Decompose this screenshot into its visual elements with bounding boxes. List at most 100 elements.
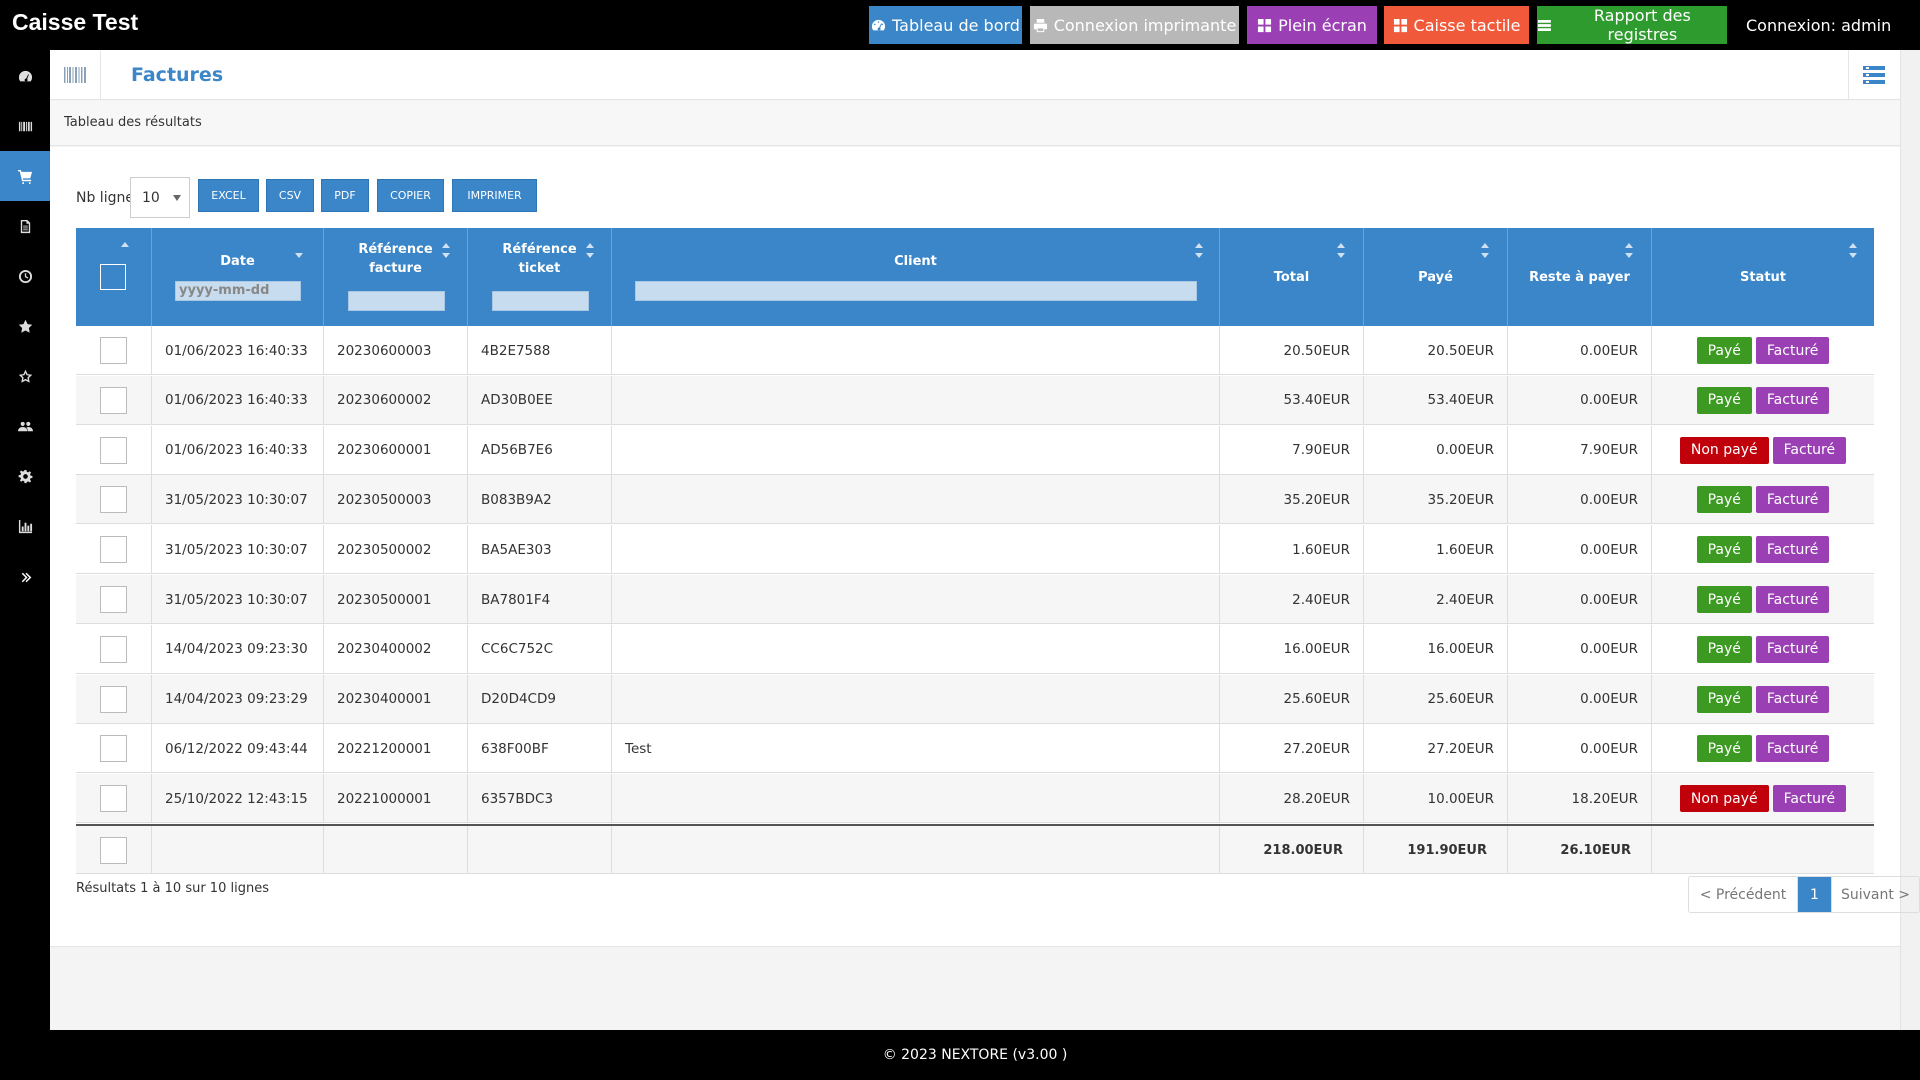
export-excel-button[interactable]: EXCEL [198, 179, 259, 212]
sort-up-icon[interactable] [120, 240, 130, 258]
column-ref-ticket[interactable]: Référence ticket [468, 228, 612, 326]
ref-facture-filter-input[interactable] [348, 291, 445, 311]
sidebar-item-documents[interactable] [0, 201, 50, 251]
table-row[interactable]: 01/06/2023 16:40:33 20230600001 AD56B7E6 7.… [76, 425, 1874, 475]
status-cell: Payé Facturé [1652, 724, 1874, 773]
table-row[interactable]: 01/06/2023 16:40:33 20230600002 AD30B0EE 53… [76, 375, 1874, 425]
invoiced-status-badge[interactable]: Facturé [1755, 586, 1830, 613]
sort-desc-icon[interactable] [294, 246, 304, 264]
table-row[interactable]: 31/05/2023 10:30:07 20230500003 B083B9A2 35… [76, 475, 1874, 525]
table-row[interactable]: 31/05/2023 10:30:07 20230500001 BA7801F4 2.… [76, 575, 1874, 624]
column-paye[interactable]: Payé [1364, 228, 1508, 326]
sort-icon[interactable] [1336, 242, 1346, 260]
cell-paye: 0.00EUR [1364, 425, 1508, 475]
print-button[interactable]: IMPRIMER [452, 179, 537, 212]
payment-status-badge[interactable]: Payé [1696, 635, 1752, 663]
table-row[interactable]: 01/06/2023 16:40:33 20230600003 4B2E7588 20… [76, 326, 1874, 375]
sidebar-item-loyalty[interactable] [0, 351, 50, 401]
cell-date: 25/10/2022 12:43:15 [152, 774, 324, 824]
payment-status-badge[interactable]: Payé [1696, 735, 1752, 763]
sidebar-item-history[interactable] [0, 251, 50, 301]
fullscreen-button[interactable]: Plein écran [1247, 6, 1377, 44]
row-checkbox[interactable] [100, 486, 127, 514]
invoiced-status-badge[interactable]: Facturé [1755, 735, 1830, 763]
sort-icon[interactable] [1480, 242, 1490, 260]
sidebar-item-customers[interactable] [0, 401, 50, 451]
column-reste[interactable]: Reste à payer [1508, 228, 1652, 326]
row-checkbox[interactable] [100, 735, 127, 763]
payment-status-badge[interactable]: Payé [1696, 536, 1752, 564]
invoiced-status-badge[interactable]: Facturé [1755, 685, 1830, 713]
cell-reste: 18.20EUR [1508, 774, 1652, 824]
sort-icon[interactable] [1624, 242, 1634, 260]
payment-status-badge[interactable]: Payé [1696, 486, 1752, 514]
sort-icon[interactable] [1848, 242, 1858, 260]
table-row[interactable]: 31/05/2023 10:30:07 20230500002 BA5AE303 1.… [76, 525, 1874, 575]
page-1-button[interactable]: 1 [1797, 877, 1831, 912]
next-page-button[interactable]: Suivant > [1831, 877, 1919, 912]
sidebar-item-sales[interactable] [0, 151, 50, 201]
sort-icon[interactable] [1194, 242, 1204, 260]
invoiced-status-badge[interactable]: Facturé [1755, 386, 1830, 414]
sidebar-item-products[interactable] [0, 101, 50, 151]
invoiced-status-badge[interactable]: Facturé [1755, 536, 1830, 564]
cell-client [612, 475, 1220, 525]
caret-down-icon [173, 195, 181, 201]
column-date[interactable]: Date yyyy-mm-dd [152, 228, 324, 326]
list-toggle-icon[interactable] [1863, 65, 1885, 85]
dashboard-button[interactable]: Tableau de bord [869, 6, 1022, 44]
payment-status-badge[interactable]: Non payé [1679, 785, 1769, 813]
date-filter-input[interactable]: yyyy-mm-dd [175, 281, 301, 301]
payment-status-badge[interactable]: Payé [1696, 386, 1752, 414]
column-client[interactable]: Client [612, 228, 1220, 326]
touch-register-button[interactable]: Caisse tactile [1384, 6, 1529, 44]
sort-icon[interactable] [585, 242, 595, 260]
invoiced-status-badge[interactable]: Facturé [1755, 486, 1830, 514]
invoiced-status-badge[interactable]: Facturé [1755, 337, 1830, 364]
table-row[interactable]: 25/10/2022 12:43:15 20221000001 6357BDC3 28… [76, 774, 1874, 824]
rows-per-page-select[interactable]: 10 [130, 177, 190, 218]
previous-page-button[interactable]: < Précédent [1689, 877, 1797, 912]
payment-status-badge[interactable]: Non payé [1679, 436, 1769, 464]
table-row[interactable]: 14/04/2023 09:23:29 20230400001 D20D4CD9 25… [76, 674, 1874, 724]
invoiced-status-badge[interactable]: Facturé [1772, 785, 1847, 813]
table-row[interactable]: 06/12/2022 09:43:44 20221200001 638F00BF Te… [76, 724, 1874, 774]
cell-ref-facture: 20230500002 [324, 525, 468, 575]
column-total[interactable]: Total [1220, 228, 1364, 326]
row-checkbox[interactable] [100, 685, 127, 713]
payment-status-badge[interactable]: Payé [1696, 586, 1752, 613]
table-row[interactable]: 14/04/2023 09:23:30 20230400002 CC6C752C 16… [76, 624, 1874, 674]
row-checkbox[interactable] [100, 536, 127, 564]
copyright: © 2023 NEXTORE (v3.00 ) [882, 1047, 1068, 1063]
printer-connection-button[interactable]: Connexion imprimante [1030, 6, 1239, 44]
row-checkbox[interactable] [100, 337, 127, 364]
column-client-label: Client [894, 254, 937, 269]
payment-status-badge[interactable]: Payé [1696, 337, 1752, 364]
register-report-button[interactable]: Rapport des registres [1537, 6, 1727, 44]
payment-status-badge[interactable]: Payé [1696, 685, 1752, 713]
row-checkbox[interactable] [100, 586, 127, 613]
select-all-checkbox[interactable] [100, 264, 126, 290]
totals-empty-cell [468, 826, 612, 874]
row-checkbox[interactable] [100, 785, 127, 813]
column-statut[interactable]: Statut [1652, 228, 1874, 326]
sidebar-item-dashboard[interactable] [0, 51, 50, 101]
row-checkbox[interactable] [100, 386, 127, 414]
row-checkbox[interactable] [100, 836, 127, 864]
row-checkbox[interactable] [100, 635, 127, 663]
column-ref-facture[interactable]: Référence facture [324, 228, 468, 326]
invoiced-status-badge[interactable]: Facturé [1772, 436, 1847, 464]
sidebar-item-favorites[interactable] [0, 301, 50, 351]
client-filter-input[interactable] [635, 281, 1197, 301]
row-checkbox[interactable] [100, 436, 127, 464]
sidebar-item-statistics[interactable] [0, 501, 50, 551]
ref-ticket-filter-input[interactable] [492, 291, 589, 311]
copy-button[interactable]: COPIER [377, 179, 444, 212]
invoiced-status-badge[interactable]: Facturé [1755, 635, 1830, 663]
export-pdf-button[interactable]: PDF [321, 179, 369, 212]
sidebar-item-settings[interactable] [0, 451, 50, 501]
sidebar-expand-button[interactable] [0, 552, 50, 602]
sort-icon[interactable] [441, 242, 451, 260]
export-csv-button[interactable]: CSV [266, 179, 314, 212]
row-check-cell [76, 475, 152, 525]
